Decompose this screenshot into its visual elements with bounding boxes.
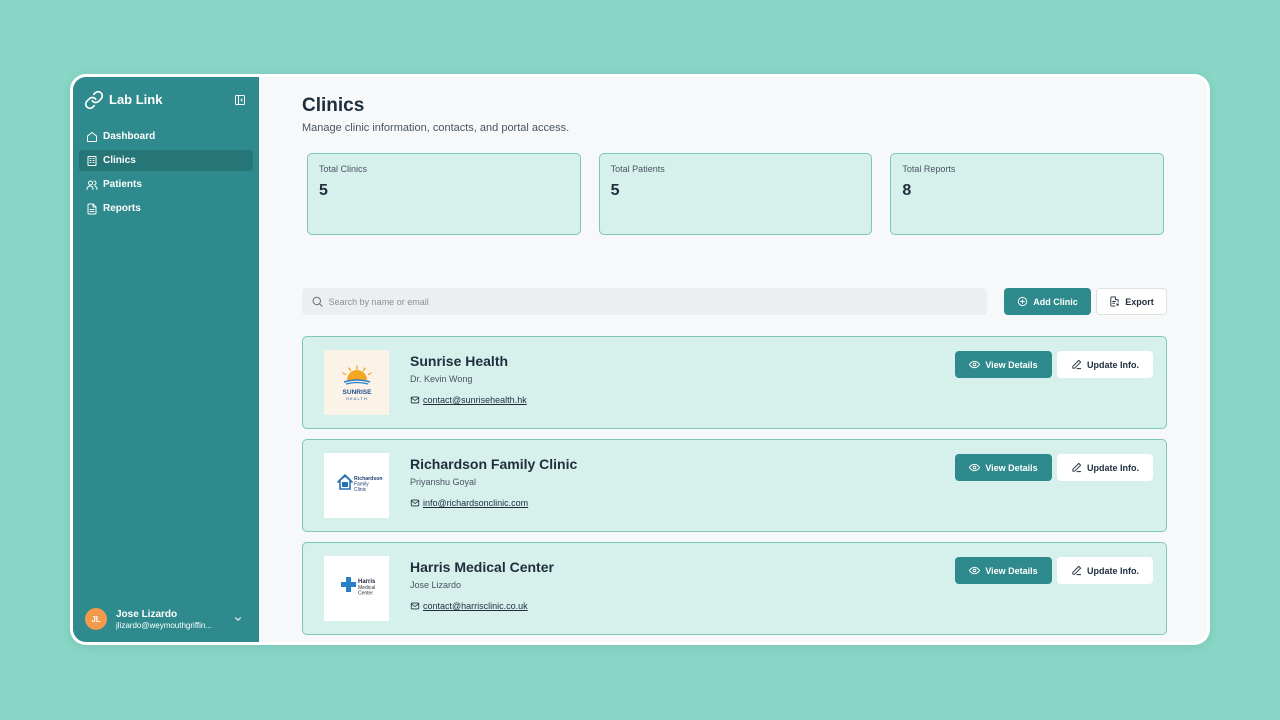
update-info-label: Update Info. bbox=[1087, 565, 1139, 576]
clinic-name: Sunrise Health bbox=[410, 353, 509, 369]
search-box bbox=[302, 288, 987, 315]
clinic-contact: Jose Lizardo bbox=[410, 580, 462, 590]
view-details-button[interactable]: View Details bbox=[955, 454, 1052, 481]
clinic-name: Harris Medical Center bbox=[410, 559, 554, 575]
update-info-label: Update Info. bbox=[1087, 359, 1139, 370]
richardson-logo-icon: Richardson Family Clinic bbox=[336, 473, 382, 493]
clinic-card: Richardson Family Clinic Richardson Fami… bbox=[302, 439, 1167, 532]
chevron-down-icon[interactable] bbox=[233, 614, 243, 624]
add-clinic-label: Add Clinic bbox=[1033, 296, 1078, 307]
clinic-logo-sunrise-health: SUNRISE HEALTH bbox=[324, 350, 389, 415]
clinic-email: contact@harrisclinic.co.uk bbox=[423, 601, 528, 611]
clinic-list: SUNRISE HEALTH Sunrise Health Dr. Kevin … bbox=[302, 336, 1167, 635]
mail-icon bbox=[410, 499, 420, 507]
search-icon bbox=[312, 296, 323, 307]
eye-icon bbox=[969, 360, 981, 369]
stats-row: Total Clinics 5 Total Patients 5 Total R… bbox=[302, 153, 1167, 235]
avatar: JL bbox=[85, 608, 107, 630]
sidebar-item-patients[interactable]: Patients bbox=[79, 174, 253, 195]
clinic-logo-richardson-family-clinic: Richardson Family Clinic bbox=[324, 453, 389, 518]
link-icon bbox=[84, 90, 104, 109]
main-content: Clinics Manage clinic information, conta… bbox=[259, 77, 1207, 642]
sidebar-item-reports[interactable]: Reports bbox=[79, 198, 253, 219]
sidebar-item-label: Clinics bbox=[103, 155, 136, 166]
sidebar-item-label: Dashboard bbox=[103, 131, 156, 142]
page-subtitle: Manage clinic information, contacts, and… bbox=[302, 122, 570, 134]
view-details-label: View Details bbox=[985, 565, 1038, 576]
clinic-email: contact@sunrisehealth.hk bbox=[423, 395, 527, 405]
users-icon bbox=[86, 180, 98, 190]
file-text-icon bbox=[87, 203, 97, 214]
eye-icon bbox=[969, 463, 981, 472]
clinic-name: Richardson Family Clinic bbox=[410, 456, 578, 472]
sidebar-item-clinics[interactable]: Clinics bbox=[79, 150, 253, 171]
view-details-button[interactable]: View Details bbox=[955, 557, 1052, 584]
card-actions: View Details Update Info. bbox=[955, 557, 1153, 584]
sidebar-item-label: Patients bbox=[103, 179, 142, 190]
sidebar: Lab Link Dashboard Clinics Patients Repo… bbox=[73, 77, 259, 642]
export-label: Export bbox=[1125, 296, 1154, 307]
home-icon bbox=[87, 131, 97, 142]
user-profile[interactable]: JL Jose Lizardo jlizardo@weymouthgriffin… bbox=[73, 608, 259, 630]
richardson-logo-text-3: Clinic bbox=[354, 487, 367, 493]
stat-card-total-patients: Total Patients 5 bbox=[598, 153, 873, 235]
stat-value: 5 bbox=[610, 182, 620, 199]
clinic-email: info@richardsonclinic.com bbox=[423, 498, 529, 508]
harris-logo-text-3: Center bbox=[358, 590, 373, 596]
stat-value: 5 bbox=[319, 182, 328, 199]
export-icon bbox=[1110, 296, 1119, 307]
eye-icon bbox=[969, 566, 981, 575]
clinic-logo-harris-medical-center: Harris Medical Center bbox=[324, 556, 389, 621]
sunrise-logo-text: SUNRISE bbox=[342, 389, 372, 396]
stat-card-total-reports: Total Reports 8 bbox=[890, 153, 1165, 235]
harris-logo-icon: Harris Medical Center bbox=[340, 576, 376, 596]
clinic-email-link[interactable]: info@richardsonclinic.com bbox=[410, 498, 528, 508]
clinic-contact: Dr. Kevin Wong bbox=[410, 374, 473, 384]
brand[interactable]: Lab Link bbox=[73, 77, 259, 122]
building-icon bbox=[87, 155, 97, 166]
view-details-label: View Details bbox=[985, 462, 1038, 473]
clinic-contact: Priyanshu Goyal bbox=[410, 477, 477, 487]
sidebar-item-dashboard[interactable]: Dashboard bbox=[79, 126, 253, 147]
sunrise-logo-icon: SUNRISE HEALTH bbox=[341, 364, 372, 401]
add-clinic-button[interactable]: Add Clinic bbox=[1004, 288, 1091, 315]
mail-icon bbox=[410, 396, 420, 404]
app-frame: Lab Link Dashboard Clinics Patients Repo… bbox=[70, 74, 1210, 645]
user-email: jlizardo@weymouthgriffin... bbox=[116, 620, 213, 630]
sidebar-item-label: Reports bbox=[103, 203, 141, 214]
card-actions: View Details Update Info. bbox=[955, 351, 1153, 378]
sunrise-logo-subtext: HEALTH bbox=[346, 396, 367, 401]
sidebar-collapse-icon[interactable] bbox=[234, 94, 246, 106]
stat-label: Total Reports bbox=[902, 164, 956, 174]
toolbar: Add Clinic Export bbox=[302, 288, 1167, 315]
clinic-card: Harris Medical Center Harris Medical Cen… bbox=[302, 542, 1167, 635]
pencil-icon bbox=[1072, 359, 1082, 370]
pencil-icon bbox=[1072, 565, 1082, 576]
search-input[interactable] bbox=[328, 296, 978, 307]
clinic-email-link[interactable]: contact@harrisclinic.co.uk bbox=[410, 601, 528, 611]
update-info-button[interactable]: Update Info. bbox=[1057, 454, 1153, 481]
stat-value: 8 bbox=[902, 182, 912, 199]
update-info-button[interactable]: Update Info. bbox=[1057, 351, 1153, 378]
export-button[interactable]: Export bbox=[1096, 288, 1167, 315]
update-info-label: Update Info. bbox=[1087, 462, 1139, 473]
stat-label: Total Patients bbox=[610, 164, 665, 174]
mail-icon bbox=[410, 602, 420, 610]
plus-circle-icon bbox=[1018, 296, 1028, 307]
app-name: Lab Link bbox=[109, 92, 163, 107]
view-details-button[interactable]: View Details bbox=[955, 351, 1052, 378]
view-details-label: View Details bbox=[985, 359, 1038, 370]
stat-label: Total Clinics bbox=[319, 164, 368, 174]
page-title: Clinics bbox=[302, 95, 365, 116]
clinic-email-link[interactable]: contact@sunrisehealth.hk bbox=[410, 395, 527, 405]
app-window: Lab Link Dashboard Clinics Patients Repo… bbox=[73, 77, 1207, 642]
sidebar-nav: Dashboard Clinics Patients Reports bbox=[73, 122, 259, 226]
pencil-icon bbox=[1072, 462, 1082, 473]
user-name: Jose Lizardo bbox=[116, 608, 178, 620]
update-info-button[interactable]: Update Info. bbox=[1057, 557, 1153, 584]
card-actions: View Details Update Info. bbox=[955, 454, 1153, 481]
stat-card-total-clinics: Total Clinics 5 bbox=[307, 153, 581, 235]
user-info: Jose Lizardo jlizardo@weymouthgriffin... bbox=[116, 609, 226, 630]
clinic-card: SUNRISE HEALTH Sunrise Health Dr. Kevin … bbox=[302, 336, 1167, 429]
